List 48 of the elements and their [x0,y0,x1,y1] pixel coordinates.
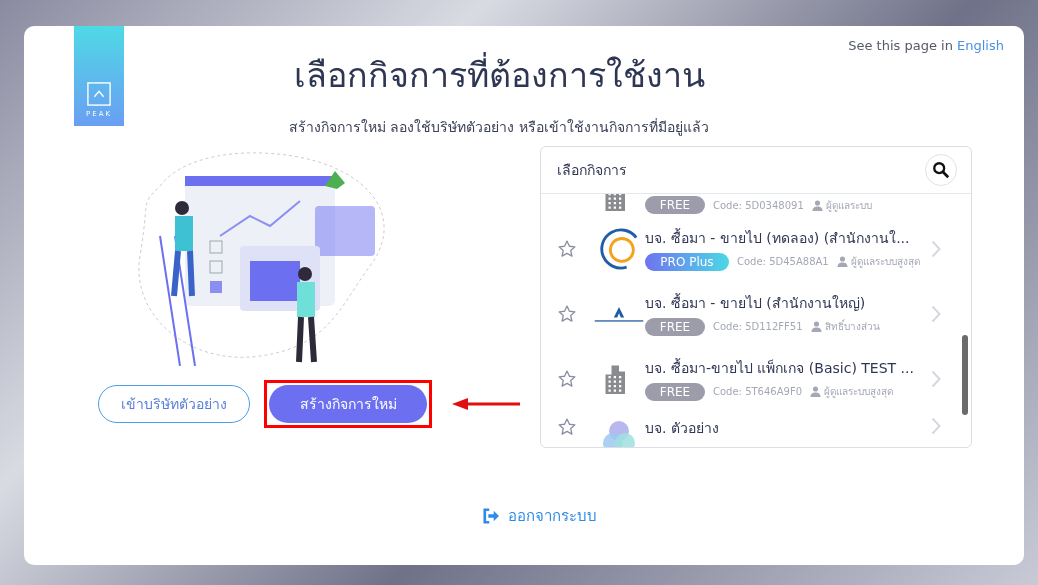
create-business-button[interactable]: สร้างกิจการใหม่ [269,385,427,423]
business-code: Code: 5D112FF51 [713,321,803,332]
business-row[interactable]: บจ. ซื้อมา - ขายไป (สำนักงานใหญ่) FREE Code: 5D112FF51 สิทธิ์บางส่วน [541,281,971,346]
sign-out-icon [481,508,500,524]
star-icon[interactable] [557,238,577,259]
page-subtitle: สร้างกิจการใหม่ ลองใช้บริษัทตัวอย่าง หรือเข้าใช้งานกิจการที่มีอยู่แล้ว [289,117,709,138]
person-icon [810,386,822,397]
business-name: บจ. ตัวอย่าง [645,419,720,438]
business-name: บจ. ซื้อมา-ขายไป แพ็กเกจ (Basic) TEST ... [645,357,915,378]
search-button[interactable] [925,154,957,186]
person-icon [810,321,822,332]
plan-badge: FREE [645,317,705,336]
user-role: ผู้ดูแลระบบ [825,198,872,213]
business-name: บจ. ซื้อมา - ขายไป (ทดลอง) (สำนักงานใ... [645,227,911,248]
chevron-right-icon [931,239,941,258]
plan-badge: FREE [645,196,705,214]
business-code: Code: 5T646A9F0 [713,386,803,397]
demo-company-button[interactable]: เข้าบริษัทตัวอย่าง [98,385,250,423]
business-row[interactable]: FREE Code: 5D0348091 ผู้ดูแลระบบ [541,194,971,216]
language-prompt: See this page in [848,38,953,53]
business-code: Code: 5D0348091 [713,199,804,211]
ring-logo-icon [598,227,640,270]
star-icon[interactable] [557,368,577,389]
page-title: เลือกกิจการที่ต้องการใช้งาน [293,48,705,102]
user-role: ผู้ดูแลระบบสูงสุด [850,255,920,269]
chevron-right-icon [931,304,941,323]
english-link[interactable]: English [957,38,1004,53]
chevron-right-icon [931,417,941,435]
business-code: Code: 5D45A88A1 [737,256,829,267]
peak-mark-icon [87,82,111,106]
scrollbar[interactable] [962,335,968,415]
list-title: เลือกกิจการ [557,161,627,180]
plan-badge: FREE [645,382,705,401]
user-role: ผู้ดูแลระบบสูงสุด [824,385,894,399]
star-icon[interactable] [557,303,577,324]
person-icon [836,256,848,267]
business-row[interactable]: บจ. ตัวอย่าง [541,411,971,447]
business-row[interactable]: บจ. ซื้อมา - ขายไป (ทดลอง) (สำนักงานใ... PRO Plus Code: 5D45A88A1 ผู้ดูแลระบบสูงสุด [541,216,971,281]
search-icon [932,161,950,179]
plan-badge: PRO Plus [645,252,729,271]
pointer-arrow [452,397,522,411]
star-icon[interactable] [557,417,577,437]
business-row[interactable]: บจ. ซื้อมา-ขายไป แพ็กเกจ (Basic) TEST ... FREE Code: 5T646A9F0 ผู้ดูแลระบบสูงสุด [541,346,971,411]
user-role: สิทธิ์บางส่วน [824,319,880,334]
chevron-right-icon [931,369,941,388]
business-name: บจ. ซื้อมา - ขายไป (สำนักงานใหญ่) [645,292,867,313]
person-icon [811,199,823,211]
logout-button[interactable]: ออกจากระบบ [475,503,603,529]
